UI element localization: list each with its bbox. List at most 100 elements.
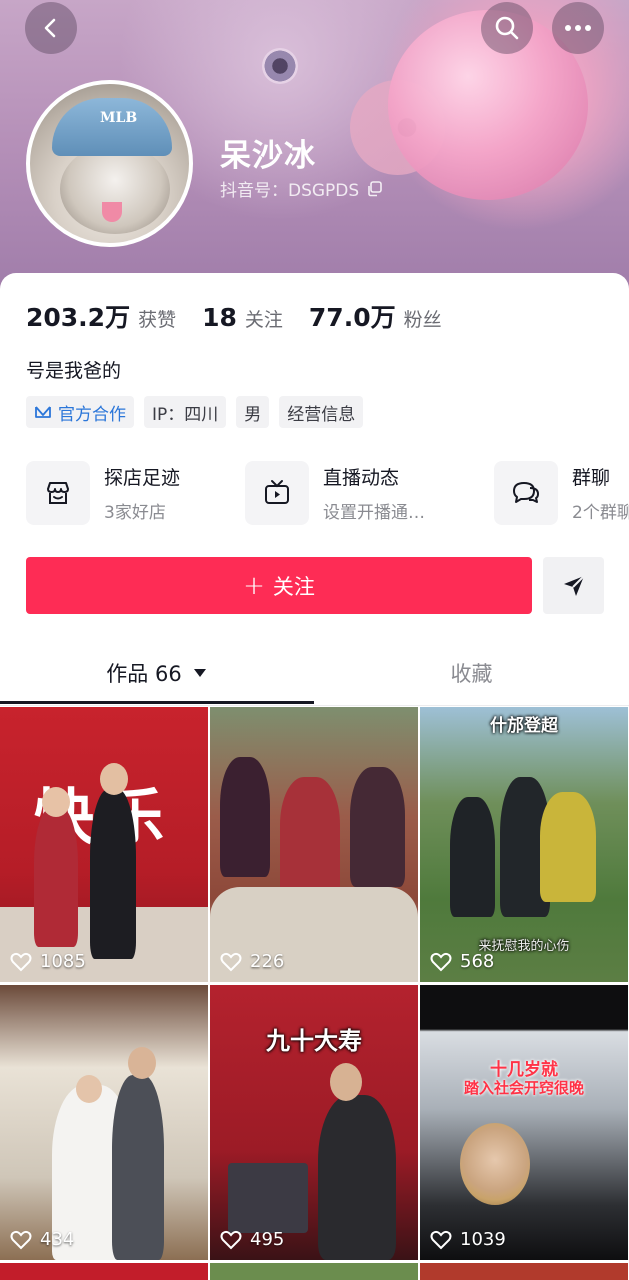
tag-gender: 男 bbox=[236, 396, 270, 428]
stat-value: 18 bbox=[202, 303, 237, 332]
stat-followers[interactable]: 77.0万 粉丝 bbox=[309, 298, 442, 334]
tag-label: 经营信息 bbox=[287, 404, 356, 425]
stat-likes[interactable]: 203.2万 获赞 bbox=[26, 298, 176, 334]
video-likes: 495 bbox=[220, 1229, 284, 1250]
video-likes: 1039 bbox=[430, 1229, 506, 1250]
video-thumbnail[interactable]: 什邡登超 来抚慰我的心伤 568 bbox=[420, 707, 628, 982]
video-likes: 226 bbox=[220, 951, 284, 972]
shortcut-shop-visits[interactable]: 探店足迹 3家好店 bbox=[26, 460, 180, 526]
tab-works[interactable]: 作品 66 bbox=[0, 642, 314, 704]
dj-equipment bbox=[228, 1163, 308, 1233]
shop-icon bbox=[47, 482, 69, 504]
active-tab-indicator bbox=[0, 701, 314, 704]
person-figure bbox=[34, 807, 78, 947]
avatar-cat-tongue bbox=[102, 202, 122, 222]
tab-label: 收藏 bbox=[450, 662, 493, 686]
tv-icon bbox=[265, 480, 289, 504]
shop-icon-box bbox=[26, 461, 90, 525]
tab-label: 作品 66 bbox=[106, 662, 182, 686]
send-icon bbox=[563, 574, 585, 596]
tag-official-partner[interactable]: 官方合作 bbox=[26, 396, 134, 428]
search-icon bbox=[495, 16, 519, 40]
tag-ip-location: IP：四川 bbox=[144, 396, 227, 428]
back-button[interactable] bbox=[25, 2, 77, 54]
avatar[interactable]: MLB bbox=[26, 80, 193, 247]
video-thumbnail[interactable]: 434 bbox=[0, 985, 208, 1260]
heart-icon bbox=[430, 1230, 452, 1249]
video-likes-count: 434 bbox=[40, 1229, 75, 1250]
stat-label: 粉丝 bbox=[403, 309, 442, 331]
person-head bbox=[128, 1047, 156, 1079]
heart-icon bbox=[430, 952, 452, 971]
tag-label: 官方合作 bbox=[58, 404, 126, 425]
share-button[interactable] bbox=[543, 557, 604, 614]
stat-label: 关注 bbox=[244, 309, 283, 331]
chevron-left-icon bbox=[44, 18, 56, 38]
person-figure bbox=[318, 1095, 396, 1260]
profile-id[interactable]: 抖音号：DSGPDS bbox=[220, 176, 383, 201]
person-figure bbox=[90, 789, 136, 959]
tab-favorites[interactable]: 收藏 bbox=[314, 642, 629, 704]
video-thumbnail[interactable]: 九十大寿 495 bbox=[210, 985, 418, 1260]
video-likes-count: 568 bbox=[460, 951, 495, 972]
video-caption: 什邡登超 bbox=[490, 716, 558, 736]
heart-icon bbox=[220, 952, 242, 971]
person-figure bbox=[540, 792, 596, 902]
profile-stats: 203.2万 获赞 18 关注 77.0万 粉丝 bbox=[26, 298, 468, 334]
person-figure bbox=[112, 1075, 164, 1260]
video-subcaption: 踏入社会开窍很晚 bbox=[463, 1079, 584, 1097]
person-head bbox=[42, 787, 70, 817]
video-likes-count: 495 bbox=[250, 1229, 285, 1250]
handshake-icon bbox=[35, 406, 51, 418]
video-thumbnail[interactable] bbox=[0, 1263, 208, 1280]
search-button[interactable] bbox=[481, 2, 533, 54]
video-thumbnail[interactable]: 226 bbox=[210, 707, 418, 982]
video-caption: 九十大寿 bbox=[266, 1027, 362, 1055]
shortcut-live-updates[interactable]: 直播动态 设置开播通… bbox=[245, 460, 425, 526]
more-button[interactable] bbox=[552, 2, 604, 54]
copy-icon[interactable] bbox=[367, 180, 383, 197]
video-thumbnail[interactable]: 十几岁就 踏入社会开窍很晚 1039 bbox=[420, 985, 628, 1260]
stat-value: 203.2万 bbox=[26, 303, 131, 332]
video-thumbnail[interactable] bbox=[420, 1263, 628, 1280]
person-figure bbox=[350, 767, 405, 887]
person-head bbox=[460, 1123, 530, 1205]
avatar-cap bbox=[52, 98, 172, 156]
profile-name: 呆沙冰 bbox=[220, 138, 316, 174]
profile-tags: 官方合作 IP：四川 男 经营信息 bbox=[26, 396, 364, 428]
profile-page: MLB 呆沙冰 抖音号：DSGPDS 203.2万 获赞 18 关注 77.0万… bbox=[0, 0, 629, 1280]
video-thumbnail[interactable]: 快乐 1085 bbox=[0, 707, 208, 982]
video-thumbnail[interactable] bbox=[210, 1263, 418, 1280]
shortcut-group-chats[interactable]: 群聊 2个群聊 bbox=[494, 460, 629, 526]
profile-id-text: 抖音号：DSGPDS bbox=[220, 181, 360, 201]
banner-art-eye bbox=[262, 48, 298, 84]
heart-icon bbox=[10, 1230, 32, 1249]
content-tabs: 作品 66 收藏 bbox=[0, 642, 629, 706]
follow-label: 关注 bbox=[272, 574, 315, 599]
video-likes: 568 bbox=[430, 951, 494, 972]
chat-icon bbox=[513, 482, 539, 503]
person-figure bbox=[280, 777, 340, 897]
video-likes-count: 226 bbox=[250, 951, 285, 972]
tag-business-info[interactable]: 经营信息 bbox=[279, 396, 364, 428]
stat-following[interactable]: 18 关注 bbox=[202, 303, 283, 332]
video-likes-count: 1085 bbox=[40, 951, 86, 972]
caret-down-icon bbox=[193, 669, 206, 677]
avatar-cap-logo: MLB bbox=[100, 110, 138, 126]
heart-icon bbox=[10, 952, 32, 971]
shortcut-title: 直播动态 bbox=[323, 467, 400, 489]
follow-button[interactable]: + 关注 bbox=[26, 557, 532, 614]
shortcut-subtitle: 设置开播通… bbox=[323, 503, 425, 523]
profile-bio: 号是我爸的 bbox=[26, 360, 122, 382]
video-likes-count: 1039 bbox=[460, 1229, 506, 1250]
tag-label: IP：四川 bbox=[152, 404, 219, 425]
shortcut-subtitle: 2个群聊 bbox=[572, 503, 629, 523]
video-likes: 1085 bbox=[10, 951, 86, 972]
plus-icon: + bbox=[243, 570, 265, 601]
shortcut-subtitle: 3家好店 bbox=[104, 503, 166, 523]
profile-shortcuts: 探店足迹 3家好店 直播动态 设置开播通… 群聊 2个群聊 bbox=[26, 460, 629, 526]
more-dots-icon bbox=[565, 25, 591, 31]
shortcut-title: 群聊 bbox=[572, 467, 611, 489]
person-figure bbox=[220, 757, 270, 877]
video-likes: 434 bbox=[10, 1229, 74, 1250]
